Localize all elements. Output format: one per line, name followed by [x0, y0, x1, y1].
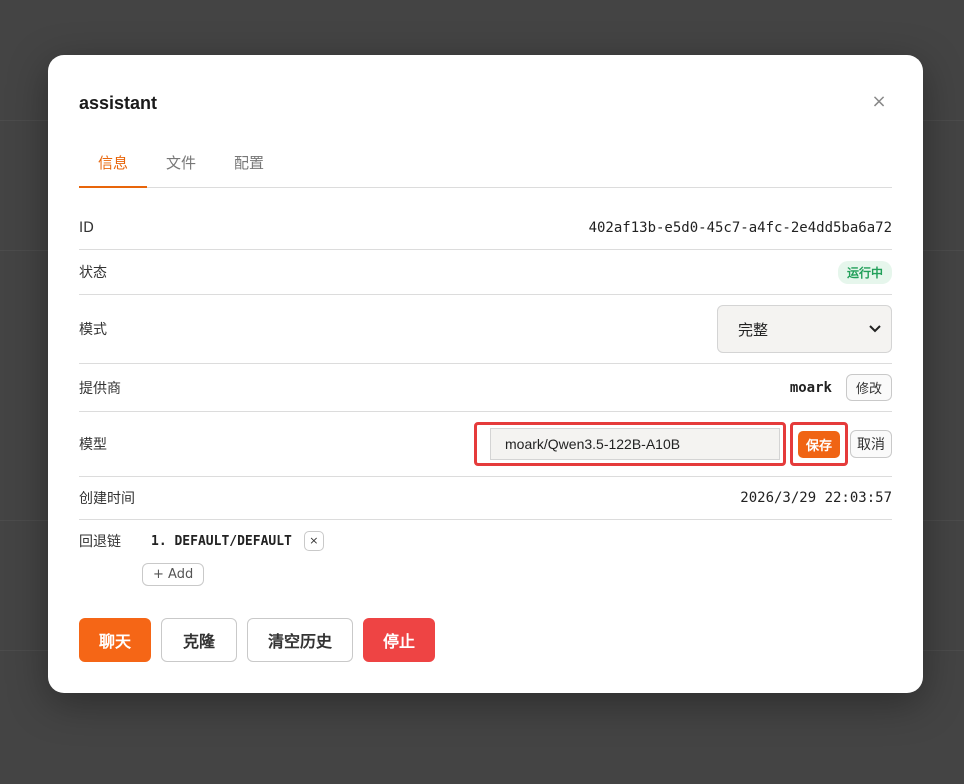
tab-config[interactable]: 配置 [215, 142, 283, 188]
mode-row: 模式 完整 [79, 295, 892, 364]
save-button-highlight: 保存 [790, 422, 848, 466]
clone-button[interactable]: 克隆 [161, 618, 237, 662]
provider-row: 提供商 moark 修改 [79, 364, 892, 412]
tab-files[interactable]: 文件 [147, 142, 215, 188]
tab-bar: 信息 文件 配置 [79, 142, 892, 188]
clear-history-button[interactable]: 清空历史 [247, 618, 353, 662]
model-input-highlight [474, 422, 786, 466]
id-label: ID [79, 219, 94, 236]
provider-label: 提供商 [79, 380, 121, 397]
fallback-remove-icon[interactable]: × [303, 531, 324, 551]
fallback-label: 回退链 [79, 534, 121, 550]
created-label: 创建时间 [79, 491, 135, 507]
id-row: ID 402af13b-e5d0-45c7-a4fc-2e4dd5ba6a72 [79, 206, 892, 250]
id-value: 402af13b-e5d0-45c7-a4fc-2e4dd5ba6a72 [588, 219, 892, 236]
provider-value: moark [789, 379, 832, 396]
model-input[interactable] [490, 428, 780, 460]
cancel-button[interactable]: 取消 [850, 430, 892, 458]
status-row: 状态 运行中 [79, 250, 892, 295]
status-badge: 运行中 [837, 260, 892, 284]
stop-button[interactable]: 停止 [363, 618, 435, 662]
fallback-add-button[interactable]: + Add [142, 563, 205, 586]
created-value: 2026/3/29 22:03:57 [740, 490, 892, 506]
provider-edit-button[interactable]: 修改 [845, 374, 892, 401]
dialog-title: assistant [79, 93, 158, 113]
action-bar: 聊天 克隆 清空历史 停止 [79, 618, 435, 662]
fallback-item: 1. DEFAULT/DEFAULT [151, 533, 292, 549]
close-icon[interactable]: × [869, 92, 889, 112]
model-label: 模型 [79, 437, 107, 453]
chat-button[interactable]: 聊天 [79, 618, 151, 662]
mode-select[interactable]: 完整 [717, 305, 892, 353]
mode-label: 模式 [79, 322, 107, 338]
agent-info-dialog: assistant × 信息 文件 配置 ID 402af13b-e5d0-45… [48, 55, 923, 693]
tab-info[interactable]: 信息 [79, 142, 148, 188]
save-button[interactable]: 保存 [797, 430, 840, 458]
created-row: 创建时间 2026/3/29 22:03:57 [79, 477, 892, 520]
fallback-chain: 回退链 1. DEFAULT/DEFAULT × [79, 531, 324, 551]
chevron-down-icon [869, 322, 881, 337]
status-label: 状态 [79, 265, 107, 281]
mode-select-value: 完整 [738, 320, 769, 339]
model-row: 模型 保存 取消 [79, 412, 892, 477]
